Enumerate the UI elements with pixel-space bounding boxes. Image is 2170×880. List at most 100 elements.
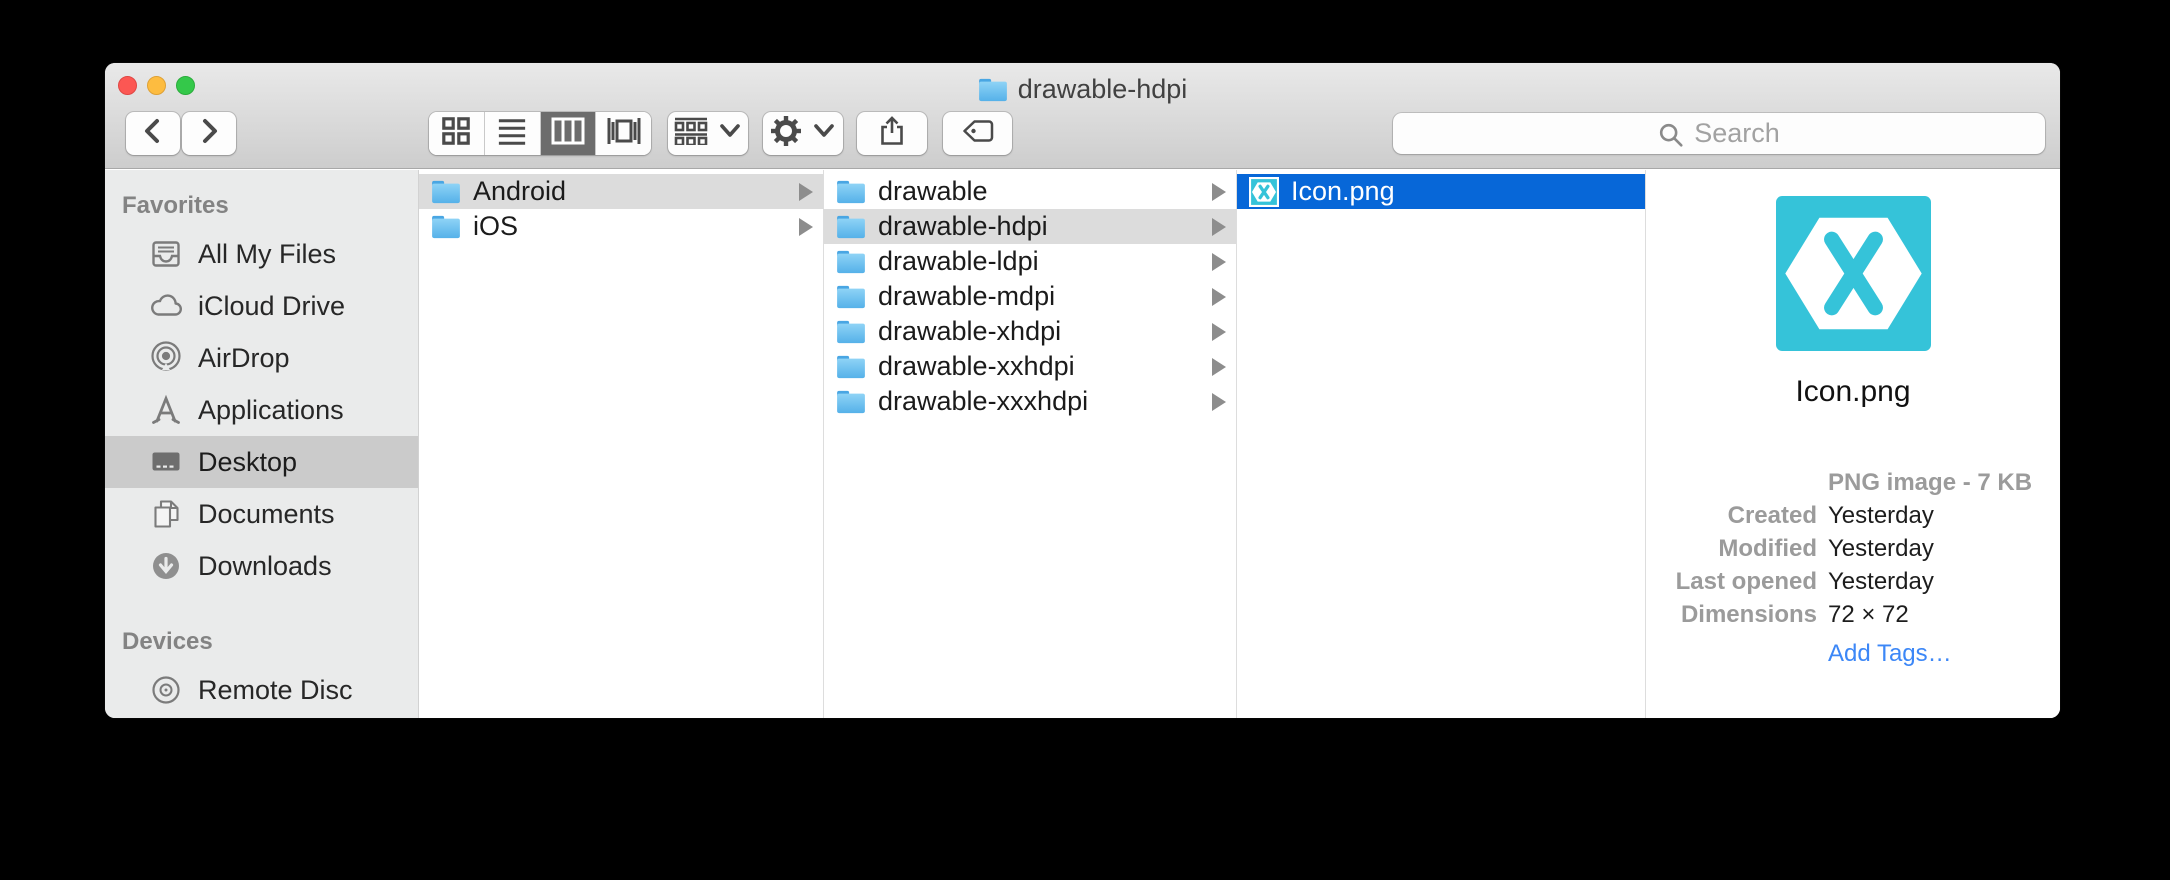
finder-window: drawable-hdpi Favorites All My Files	[105, 63, 2060, 718]
arrange-button[interactable]	[668, 112, 748, 155]
browser-column-3[interactable]: Icon.png	[1237, 170, 1646, 718]
file-row-drawable[interactable]: drawable	[824, 174, 1236, 209]
sidebar-item-downloads[interactable]: Downloads	[105, 540, 418, 592]
folder-icon	[836, 354, 866, 379]
sidebar-item-label: Documents	[198, 499, 335, 530]
chevron-left-icon	[138, 114, 168, 153]
file-row-drawable-xxhdpi[interactable]: drawable-xxhdpi	[824, 349, 1236, 384]
preview-filename: Icon.png	[1795, 375, 1910, 409]
column-view-button[interactable]	[541, 112, 597, 155]
chevron-right-icon	[194, 114, 224, 153]
disclosure-arrow-icon	[1212, 218, 1226, 236]
folder-icon	[978, 77, 1008, 102]
file-row-label: drawable-mdpi	[878, 281, 1055, 312]
file-row-label: drawable-ldpi	[878, 246, 1039, 277]
disclosure-arrow-icon	[1212, 183, 1226, 201]
sidebar-item-remote-disc[interactable]: Remote Disc	[105, 664, 418, 716]
column-browser: AndroidiOS drawabledrawable-hdpidrawable…	[419, 170, 2060, 718]
forward-button[interactable]	[182, 112, 236, 155]
back-button[interactable]	[126, 112, 180, 155]
all-my-files-icon	[149, 237, 183, 271]
sidebar-section-title-favorites: Favorites	[122, 192, 418, 220]
metadata-value: Yesterday	[1828, 502, 1934, 530]
tags-button[interactable]	[943, 112, 1012, 155]
file-row-drawable-xxxhdpi[interactable]: drawable-xxxhdpi	[824, 384, 1236, 419]
disclosure-arrow-icon	[1212, 323, 1226, 341]
tag-icon	[961, 115, 995, 152]
arrange-icon	[674, 117, 708, 150]
metadata-summary-row: PNG image - 7 KB	[1646, 469, 2060, 502]
sidebar-item-applications[interactable]: Applications	[105, 384, 418, 436]
metadata-row-modified: ModifiedYesterday	[1646, 535, 2060, 568]
metadata-label: Created	[1646, 502, 1817, 530]
downloads-icon	[149, 549, 183, 583]
file-row-android[interactable]: Android	[419, 174, 823, 209]
sidebar-item-documents[interactable]: Documents	[105, 488, 418, 540]
file-row-icon-png[interactable]: Icon.png	[1237, 174, 1645, 209]
share-icon	[876, 115, 908, 152]
chevron-down-icon	[812, 122, 836, 145]
window-title-text: drawable-hdpi	[1018, 74, 1188, 105]
add-tags-row: Add Tags…	[1646, 634, 2060, 667]
metadata-value: Yesterday	[1828, 568, 1934, 596]
coverflow-view-button[interactable]	[596, 112, 651, 155]
sidebar-item-label: AirDrop	[198, 343, 290, 374]
browser-column-2[interactable]: drawabledrawable-hdpi drawable-ldpi drawab…	[824, 170, 1237, 718]
folder-icon	[431, 214, 461, 239]
file-row-drawable-mdpi[interactable]: drawable-mdpi	[824, 279, 1236, 314]
file-row-label: iOS	[473, 211, 518, 242]
metadata-row-last-opened: Last openedYesterday	[1646, 568, 2060, 601]
disclosure-arrow-icon	[799, 218, 813, 236]
share-button[interactable]	[857, 112, 927, 155]
sidebar-section-title-devices: Devices	[122, 628, 418, 656]
action-button[interactable]	[763, 112, 843, 155]
file-row-label: drawable-xxxhdpi	[878, 386, 1088, 417]
sidebar: Favorites All My FilesiCloud Drive AirDrop…	[105, 170, 419, 718]
sidebar-item-desktop[interactable]: Desktop	[105, 436, 418, 488]
metadata-value: Yesterday	[1828, 535, 1934, 563]
chevron-down-icon	[718, 122, 742, 145]
folder-icon	[836, 214, 866, 239]
preview-pane: Icon.png PNG image - 7 KB Created Yesterd…	[1646, 170, 2060, 718]
file-row-label: Android	[473, 176, 566, 207]
xamarin-file-icon	[1249, 177, 1279, 207]
applications-icon	[149, 393, 183, 427]
airdrop-icon	[149, 341, 183, 375]
file-row-label: Icon.png	[1291, 176, 1395, 207]
folder-icon	[836, 179, 866, 204]
search-icon	[1657, 121, 1685, 154]
coverflow-view-icon	[607, 116, 641, 151]
folder-icon	[836, 284, 866, 309]
file-row-drawable-hdpi[interactable]: drawable-hdpi	[824, 209, 1236, 244]
sidebar-item-label: Desktop	[198, 447, 297, 478]
search-input[interactable]	[1393, 113, 2045, 154]
folder-icon	[836, 249, 866, 274]
file-row-label: drawable-hdpi	[878, 211, 1048, 242]
file-row-label: drawable-xhdpi	[878, 316, 1061, 347]
sidebar-item-all-my-files[interactable]: All My Files	[105, 228, 418, 280]
titlebar: drawable-hdpi	[105, 63, 2060, 169]
sidebar-item-label: Downloads	[198, 551, 332, 582]
sidebar-item-airdrop[interactable]: AirDrop	[105, 332, 418, 384]
file-row-ios[interactable]: iOS	[419, 209, 823, 244]
documents-icon	[149, 497, 183, 531]
sidebar-item-icloud-drive[interactable]: iCloud Drive	[105, 280, 418, 332]
icon-view-icon	[441, 116, 471, 151]
disclosure-arrow-icon	[1212, 253, 1226, 271]
folder-icon	[836, 319, 866, 344]
file-row-drawable-xhdpi[interactable]: drawable-xhdpi	[824, 314, 1236, 349]
disclosure-arrow-icon	[799, 183, 813, 201]
xamarin-preview-icon	[1776, 196, 1931, 351]
file-row-drawable-ldpi[interactable]: drawable-ldpi	[824, 244, 1236, 279]
add-tags-link[interactable]: Add Tags…	[1828, 640, 1952, 668]
browser-column-1[interactable]: Android iOS	[419, 170, 824, 718]
icon-view-button[interactable]	[429, 112, 485, 155]
list-view-button[interactable]	[485, 112, 541, 155]
gear-icon	[770, 115, 802, 152]
disclosure-arrow-icon	[1212, 358, 1226, 376]
icloud-drive-icon	[149, 289, 183, 323]
sidebar-item-label: Remote Disc	[198, 675, 353, 706]
search-field[interactable]	[1393, 113, 2045, 154]
column-view-icon	[551, 116, 585, 151]
remote-disc-icon	[149, 673, 183, 707]
